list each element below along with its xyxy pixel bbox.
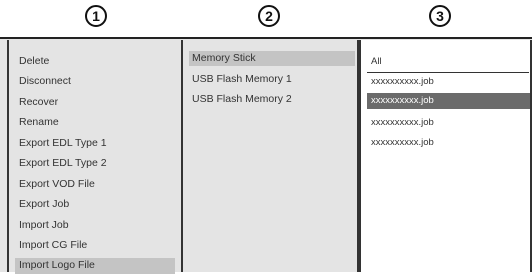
device-item-usb-flash-memory-1[interactable]: USB Flash Memory 1 — [189, 72, 355, 87]
menu-item-export-edl-type-2[interactable]: Export EDL Type 2 — [15, 156, 175, 171]
column-number-3-badge: 3 — [429, 5, 451, 27]
menu-item-recover[interactable]: Recover — [15, 95, 175, 110]
menu-item-rename[interactable]: Rename — [15, 115, 175, 130]
menu-item-import-job[interactable]: Import Job — [15, 218, 175, 233]
menu-item-export-job[interactable]: Export Job — [15, 197, 175, 212]
device-column: Memory Stick USB Flash Memory 1 USB Flas… — [183, 40, 359, 272]
menu-item-disconnect[interactable]: Disconnect — [15, 74, 175, 89]
file-item-selected[interactable]: xxxxxxxxxx.job — [367, 93, 530, 109]
file-filter-all[interactable]: All — [367, 54, 530, 69]
file-item[interactable]: xxxxxxxxxx.job — [367, 74, 530, 89]
browser-frame: Delete Disconnect Recover Rename Export … — [0, 37, 532, 274]
column-number-2-badge: 2 — [258, 5, 280, 27]
file-item[interactable]: xxxxxxxxxx.job — [367, 115, 530, 130]
column-number-1-badge: 1 — [85, 5, 107, 27]
file-list-divider — [367, 72, 529, 73]
file-item[interactable]: xxxxxxxxxx.job — [367, 135, 530, 150]
device-item-usb-flash-memory-2[interactable]: USB Flash Memory 2 — [189, 92, 355, 107]
menu-item-delete[interactable]: Delete — [15, 54, 175, 69]
file-column: All xxxxxxxxxx.job xxxxxxxxxx.job xxxxxx… — [359, 40, 532, 272]
menu-column: Delete Disconnect Recover Rename Export … — [7, 40, 183, 274]
menu-item-import-cg-file[interactable]: Import CG File — [15, 238, 175, 253]
menu-item-export-edl-type-1[interactable]: Export EDL Type 1 — [15, 136, 175, 151]
device-item-memory-stick[interactable]: Memory Stick — [189, 51, 355, 66]
menu-item-export-vod-file[interactable]: Export VOD File — [15, 177, 175, 192]
